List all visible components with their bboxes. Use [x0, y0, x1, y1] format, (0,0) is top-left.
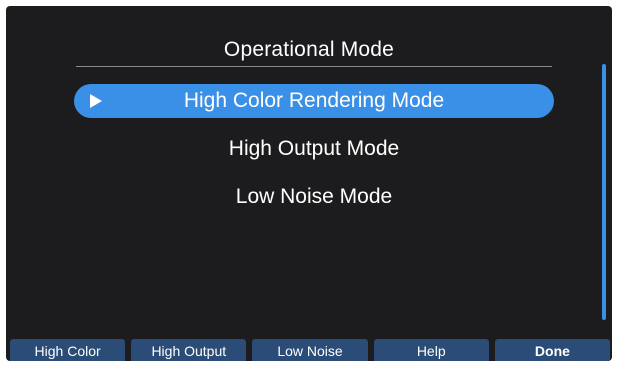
menu-item-label: High Color Rendering Mode — [183, 89, 445, 112]
menu-item-high-color-rendering-mode[interactable]: High Color Rendering Mode — [74, 84, 554, 118]
softkey-bar: High Color High Output Low Noise Help Do… — [6, 339, 612, 361]
menu-item-label: High Output Mode — [228, 137, 400, 160]
menu-item-high-output-mode[interactable]: High Output Mode — [74, 132, 554, 166]
play-arrow-icon — [90, 94, 102, 108]
menu-item-low-noise-mode[interactable]: Low Noise Mode — [74, 180, 554, 214]
high-output-button[interactable]: High Output — [131, 339, 247, 361]
high-color-button[interactable]: High Color — [10, 339, 126, 361]
device-screen: Operational Mode High Color Rendering Mo… — [6, 6, 612, 361]
low-noise-button[interactable]: Low Noise — [252, 339, 368, 361]
help-button[interactable]: Help — [373, 339, 489, 361]
menu-item-label: Low Noise Mode — [235, 185, 393, 208]
done-button[interactable]: Done — [494, 339, 611, 361]
page-title: Operational Mode — [223, 38, 395, 61]
title-divider — [76, 66, 552, 67]
scrollbar[interactable] — [602, 64, 606, 320]
